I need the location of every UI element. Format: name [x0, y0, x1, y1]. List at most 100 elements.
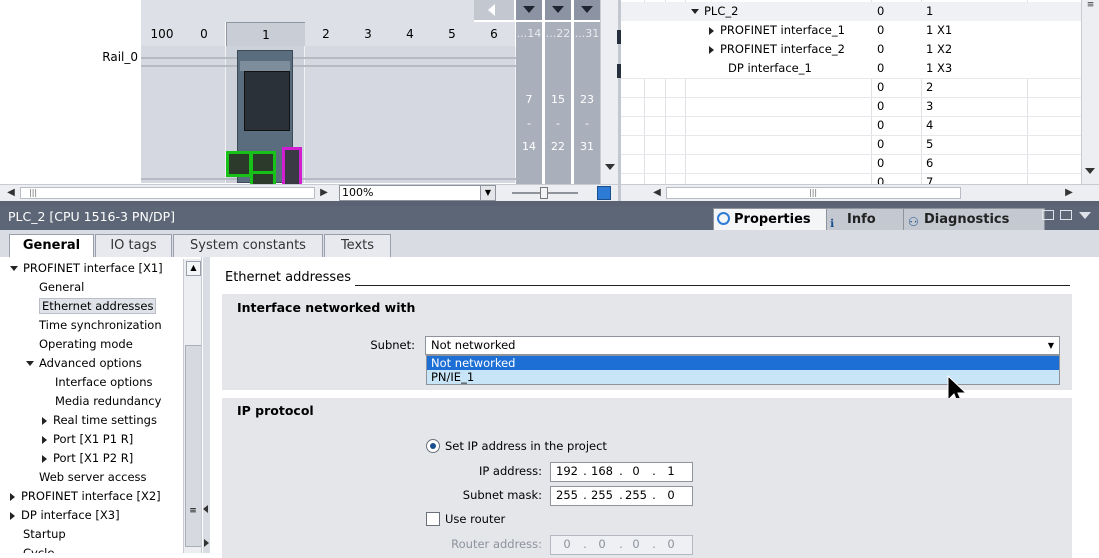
tree-item[interactable]: PROFINET interface [X1]	[10, 259, 163, 278]
scroll-left-icon[interactable]: ◀	[649, 185, 665, 201]
collapse-group-button[interactable]	[516, 0, 542, 20]
tab-texts[interactable]: Texts	[324, 234, 391, 257]
tree-splitter[interactable]	[203, 257, 210, 553]
tree-item[interactable]: Operating mode	[39, 335, 133, 354]
device-view[interactable]: 100 0 1 2 3 4 5 6 Rail_0 ...14 7 - 14 ..…	[0, 0, 618, 203]
slot-header-6[interactable]: 6	[473, 22, 516, 46]
tab-io-tags[interactable]: IO tags	[95, 234, 172, 257]
scroll-left-icon[interactable]: ◀	[3, 185, 19, 201]
overview-row[interactable]: PROFINET interface_2 0 1 X2	[621, 40, 1081, 60]
tree-item[interactable]: Ethernet addresses	[39, 297, 157, 316]
slot-group-15-22[interactable]: ...22 15 - 22	[545, 22, 571, 184]
overview-cell-module: DP interface_1	[709, 59, 812, 78]
scroll-right-icon[interactable]: ▶	[1061, 185, 1077, 201]
router-address-field[interactable]: 0 . 0 . 0 . 0	[550, 535, 693, 555]
use-router-checkbox[interactable]	[426, 512, 440, 526]
slot-header-5[interactable]: 5	[431, 22, 474, 46]
slot-header-3[interactable]: 3	[347, 22, 390, 46]
overview-row[interactable]: 06	[621, 154, 1081, 174]
float-window-icon[interactable]	[1042, 210, 1054, 220]
slot-header-1[interactable]: 1	[226, 22, 306, 48]
slot-group-23-31[interactable]: ...31 23 - 31	[574, 22, 600, 184]
collapsed-arrow-icon[interactable]	[709, 26, 714, 35]
tree-vscroll[interactable]: ▲ ≡	[183, 259, 201, 553]
collapse-icon[interactable]	[1079, 212, 1091, 219]
slot-header-100[interactable]: 100	[141, 22, 184, 46]
slot-header-2[interactable]: 2	[305, 22, 348, 46]
scroll-left-button[interactable]	[474, 0, 514, 20]
maximize-icon[interactable]	[1060, 210, 1072, 220]
expanded-arrow-icon[interactable]	[10, 266, 18, 271]
collapsed-arrow-icon[interactable]	[42, 435, 47, 444]
slot-header-4[interactable]: 4	[389, 22, 432, 46]
rail-line-bottom	[141, 65, 516, 67]
collapse-group-button[interactable]	[574, 0, 600, 20]
tree-item[interactable]: Media redundancy	[55, 392, 161, 411]
slot-header-0[interactable]: 0	[183, 22, 226, 46]
overview-row[interactable]: PROFINET interface_1 0 1 X1	[621, 21, 1081, 41]
router-address-label: Router address:	[451, 537, 542, 551]
cpu-module[interactable]	[226, 50, 302, 191]
rail-line-top	[141, 57, 516, 59]
overview-cell-rack: 0	[877, 61, 885, 75]
zoom-slider-thumb[interactable]	[540, 187, 548, 199]
tree-item[interactable]: General	[39, 278, 84, 297]
overview-row[interactable]: 02	[621, 78, 1081, 98]
tree-item[interactable]: Cycle	[23, 544, 54, 553]
tree-item[interactable]: PROFINET interface [X2]	[10, 487, 161, 506]
subnet-option[interactable]: Not networked	[427, 356, 1059, 370]
collapsed-arrow-icon[interactable]	[709, 45, 714, 54]
tree-scroll-thumb[interactable]: ≡	[185, 345, 201, 547]
device-overview-table[interactable]: PLC_2 0 1 PROFINET interface_1 0 1 X1 PROFINET…	[621, 0, 1099, 203]
collapsed-arrow-icon[interactable]	[10, 492, 15, 501]
tab-diagnostics[interactable]: ⚇ Diagnostics	[903, 208, 1045, 231]
tree-item[interactable]: Interface options	[55, 373, 153, 392]
scroll-down-icon[interactable]	[1085, 168, 1095, 174]
overview-row[interactable]: 04	[621, 116, 1081, 136]
tree-item[interactable]: Advanced options	[26, 354, 142, 373]
subnet-mask-field[interactable]: 255 . 255 . 255 . 0	[550, 486, 693, 506]
device-view-vscroll[interactable]	[600, 0, 618, 184]
tab-general[interactable]: General	[9, 234, 94, 259]
collapsed-arrow-icon[interactable]	[10, 511, 15, 520]
overview-cell-module: PLC_2	[691, 2, 738, 21]
overview-row[interactable]: 05	[621, 135, 1081, 155]
slot-group-to: 14	[522, 140, 536, 153]
overview-vscroll[interactable]: ≡	[1081, 0, 1099, 184]
zoom-slider[interactable]	[512, 187, 578, 199]
collapsed-arrow-icon[interactable]	[42, 416, 47, 425]
tree-item[interactable]: Startup	[23, 525, 66, 544]
tree-item[interactable]: Port [X1 P1 R]	[42, 430, 133, 449]
ip-address-field[interactable]: 192 . 168 . 0 . 1	[550, 462, 693, 482]
collapsed-arrow-icon[interactable]	[42, 454, 47, 463]
set-ip-radio[interactable]	[426, 439, 440, 453]
slot-group-7-14[interactable]: ...14 7 - 14	[516, 22, 542, 184]
subnet-select[interactable]: Not networked ▼	[425, 336, 1060, 355]
expanded-arrow-icon[interactable]	[26, 361, 34, 366]
tree-item[interactable]: Port [X1 P2 R]	[42, 449, 133, 468]
overview-hscroll[interactable]: |||	[666, 187, 961, 199]
expanded-arrow-icon[interactable]	[691, 9, 699, 14]
overview-row[interactable]: 03	[621, 97, 1081, 117]
collapse-group-button[interactable]	[545, 0, 571, 20]
navigation-tree[interactable]: PROFINET interface [X1] General Ethernet a…	[0, 257, 202, 553]
cpu-display	[244, 71, 290, 131]
tree-item[interactable]: DP interface [X3]	[10, 506, 120, 525]
tree-item[interactable]: Time synchronization	[39, 316, 162, 335]
tree-item-label: DP interface [X3]	[21, 508, 120, 522]
tree-item[interactable]: Real time settings	[42, 411, 157, 430]
scroll-right-icon[interactable]: ▶	[316, 185, 332, 201]
overview-row[interactable]: PLC_2 0 1	[621, 2, 1081, 22]
set-ip-label: Set IP address in the project	[445, 439, 607, 453]
overview-cell-slot: 6	[926, 156, 934, 170]
tab-system-constants[interactable]: System constants	[173, 234, 323, 257]
overview-cell-module: PROFINET interface_1	[709, 21, 845, 40]
overview-cell-slot: 1	[926, 4, 934, 18]
overview-navigation-icon[interactable]	[597, 186, 611, 200]
zoom-select[interactable]: 100% ▼	[339, 185, 496, 201]
scroll-up-icon[interactable]: ▲	[186, 261, 201, 276]
tree-item[interactable]: Web server access	[39, 468, 147, 487]
device-view-hscroll[interactable]: |||	[20, 187, 315, 199]
overview-row[interactable]: DP interface_1 0 1 X3	[621, 59, 1081, 79]
overview-cell-slot: 1 X1	[926, 23, 953, 37]
